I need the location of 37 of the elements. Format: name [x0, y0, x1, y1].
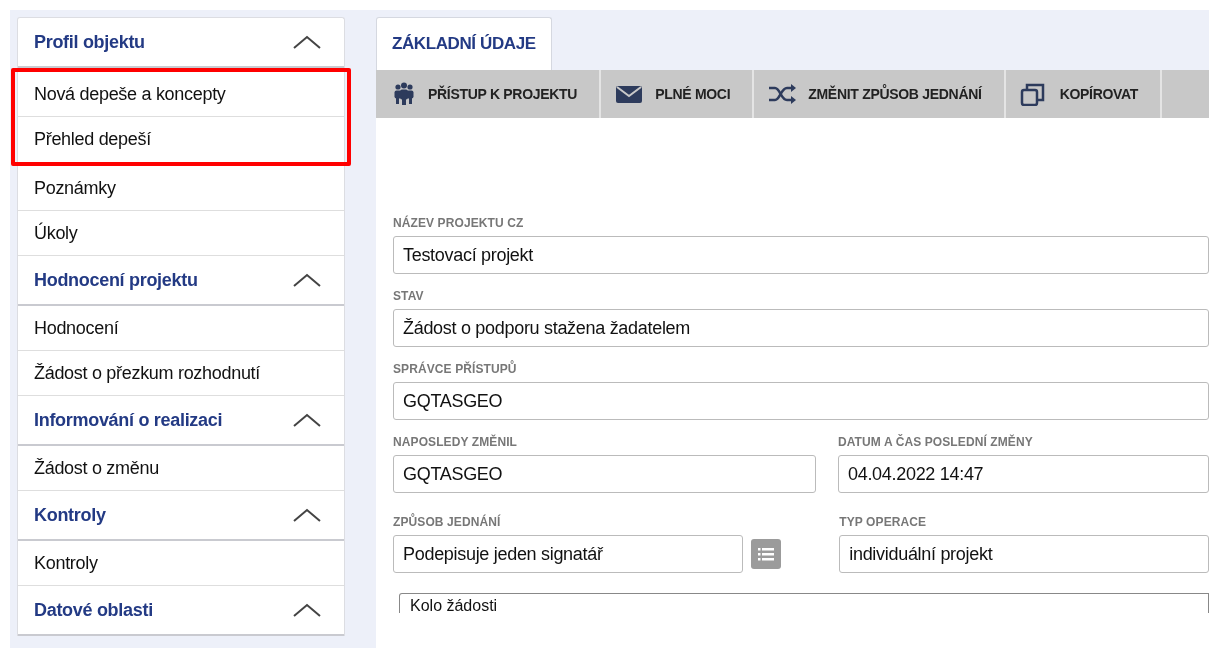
sidebar-item[interactable]: Úkoly [18, 211, 344, 256]
field-label: STAV [393, 288, 425, 305]
section-title: Datové oblasti [34, 598, 153, 622]
section-title: Kontroly [34, 503, 106, 527]
sidebar-item[interactable]: Poznámky [18, 166, 344, 211]
section-title: Profil objektu [34, 30, 145, 54]
input-field[interactable]: GQTASGEO [393, 455, 816, 493]
sidebar-item[interactable]: Nová depeše a koncepty [18, 72, 344, 117]
input-field[interactable]: Žádost o podporu stažena žadatelem [393, 309, 1209, 347]
sidebar-item[interactable]: Žádost o přezkum rozhodnutí [18, 351, 344, 396]
input-field[interactable]: Podepisuje jeden signatář [393, 535, 744, 573]
sidebar-item[interactable]: Přehled depeší [18, 117, 344, 162]
section-header[interactable]: Hodnocení projektu [18, 256, 344, 306]
shuffle-icon [768, 82, 797, 106]
sidebar-item[interactable]: Žádost o změnu [18, 446, 344, 491]
field-label: TYP OPERACE [839, 514, 928, 531]
field-label: SPRÁVCE PŘÍSTUPŮ [393, 360, 518, 378]
input-field[interactable]: Testovací projekt [393, 236, 1209, 274]
section-title: Hodnocení projektu [34, 268, 198, 292]
section-header[interactable]: Kontroly [18, 491, 344, 541]
section-header[interactable]: Profil objektu [18, 18, 344, 68]
input-field[interactable]: GQTASGEO [393, 382, 1209, 420]
field-label: DATUM A ČAS POSLEDNÍ ZMĚNY [837, 433, 1034, 451]
people-icon [392, 82, 416, 106]
tab[interactable]: ZÁKLADNÍ ÚDAJE [376, 17, 552, 70]
list-icon [758, 547, 775, 561]
section-title: Informování o realizaci [34, 408, 223, 432]
field-label: NÁZEV PROJEKTU CZ [393, 214, 525, 232]
field-label: NAPOSLEDY ZMĚNIL [393, 433, 519, 451]
input-field[interactable]: 04.04.2022 14:47 [837, 455, 1209, 493]
field-label: ZPŮSOB JEDNÁNÍ [393, 513, 502, 531]
list-button[interactable] [751, 539, 782, 569]
sidebar-item[interactable]: Kontroly [18, 541, 344, 586]
section-header[interactable]: Informování o realizaci [18, 396, 344, 446]
section-header[interactable]: Datové oblasti [18, 586, 344, 636]
input-field[interactable]: individuální projekt [839, 535, 1209, 573]
sidebar-item[interactable]: Hodnocení [18, 306, 344, 351]
